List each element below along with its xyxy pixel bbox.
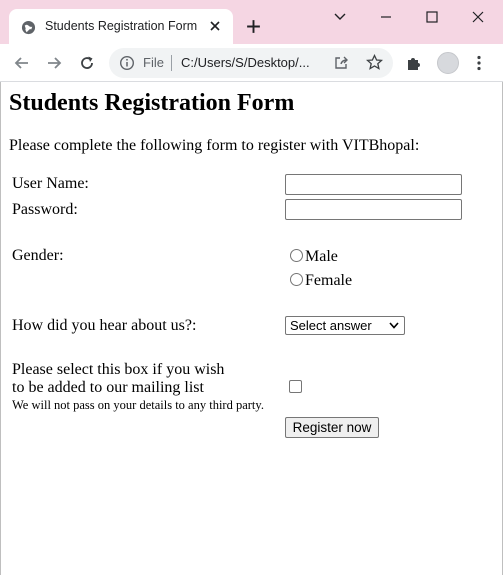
new-tab-icon[interactable] — [245, 18, 262, 35]
gender-label: Gender: — [12, 247, 64, 264]
browser-tab[interactable]: Students Registration Form — [9, 9, 233, 45]
address-bar[interactable]: File C:/Users/S/Desktop/... — [109, 48, 393, 78]
username-input[interactable] — [285, 174, 462, 195]
globe-icon — [21, 20, 36, 35]
mailing-label-line2: to be added to our mailing list — [12, 379, 204, 396]
gender-female-radio[interactable] — [290, 273, 303, 286]
browser-titlebar: Students Registration Form — [0, 0, 503, 45]
chevron-down-icon[interactable] — [329, 8, 351, 26]
intro-text: Please complete the following form to re… — [9, 137, 420, 154]
url-scheme-label: File — [143, 55, 164, 70]
mailing-label-line1: Please select this box if you wish — [12, 361, 225, 378]
register-button[interactable]: Register now — [285, 417, 379, 438]
forward-arrow-icon[interactable] — [45, 54, 63, 72]
window-border-left — [0, 82, 1, 575]
more-menu-icon[interactable] — [470, 54, 488, 72]
chevron-down-icon — [389, 322, 399, 329]
close-window-icon[interactable] — [467, 8, 489, 26]
password-input[interactable] — [285, 199, 462, 220]
profile-avatar[interactable] — [437, 52, 459, 74]
gender-male-radio[interactable] — [290, 249, 303, 262]
maximize-icon[interactable] — [421, 8, 443, 26]
gender-female-label: Female — [305, 272, 353, 289]
referral-label: How did you hear about us?: — [12, 317, 197, 334]
info-icon[interactable] — [119, 55, 135, 71]
password-label: Password: — [12, 201, 78, 218]
mailing-privacy-note: We will not pass on your details to any … — [12, 398, 264, 412]
close-tab-icon[interactable] — [208, 19, 222, 33]
reload-icon[interactable] — [78, 54, 96, 72]
omnibox-divider — [171, 55, 172, 71]
url-text[interactable]: C:/Users/S/Desktop/... — [181, 55, 310, 70]
extensions-icon[interactable] — [405, 54, 423, 72]
back-arrow-icon[interactable] — [13, 54, 31, 72]
page-title: Students Registration Form — [9, 90, 295, 116]
username-label: User Name: — [12, 175, 89, 192]
tab-title: Students Registration Form — [45, 19, 198, 33]
referral-select[interactable]: Select answer — [285, 316, 405, 335]
share-icon[interactable] — [333, 55, 349, 71]
gender-male-label: Male — [305, 248, 338, 265]
mailing-list-checkbox[interactable] — [289, 380, 302, 393]
bookmark-star-icon[interactable] — [366, 54, 383, 71]
referral-select-value: Select answer — [290, 318, 372, 333]
minimize-icon[interactable] — [375, 8, 397, 26]
